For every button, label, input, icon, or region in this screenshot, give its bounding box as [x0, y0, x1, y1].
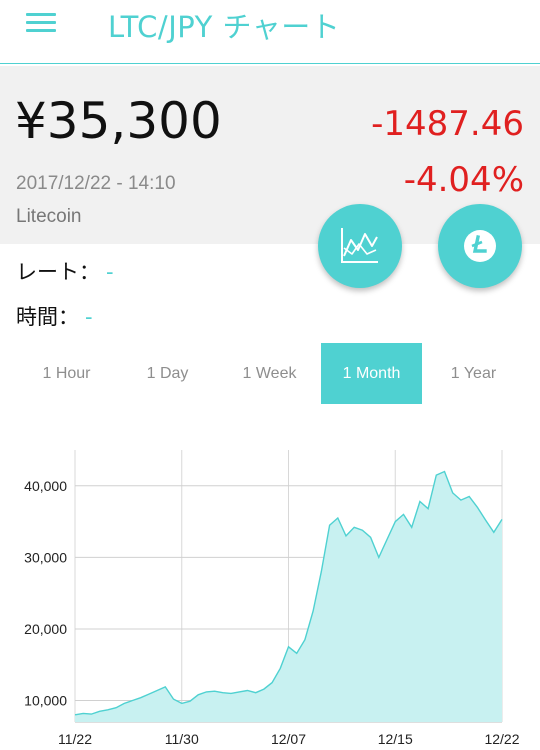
line-chart-icon [341, 228, 378, 263]
time-value: - [85, 305, 93, 329]
tab-1-week[interactable]: 1 Week [219, 343, 320, 404]
x-tick-label: 12/22 [484, 731, 519, 747]
time-row: 時間： - [16, 301, 93, 331]
tab-1-month[interactable]: 1 Month [321, 343, 422, 404]
y-tick-label: 10,000 [24, 693, 67, 709]
litecoin-icon [464, 230, 496, 262]
x-tick-label: 12/07 [271, 731, 306, 747]
rate-row: レート： - [16, 256, 114, 286]
price-change-percent: -4.04% [403, 160, 524, 200]
quote-timestamp: 2017/12/22 - 14:10 [16, 173, 176, 194]
rate-value: - [106, 260, 114, 284]
chart-fab-button[interactable] [318, 204, 402, 288]
app-bar: LTC/JPY チャート [0, 0, 540, 64]
y-tick-label: 20,000 [24, 621, 67, 637]
coin-name: Litecoin [16, 206, 82, 227]
y-tick-label: 40,000 [24, 478, 67, 494]
rate-label: レート： [16, 260, 100, 284]
x-tick-label: 11/22 [58, 731, 92, 747]
price-change-absolute: -1487.46 [371, 104, 524, 144]
range-tabs: 1 Hour 1 Day 1 Week 1 Month 1 Year [16, 343, 524, 404]
x-tick-label: 11/30 [165, 731, 199, 747]
y-tick-label: 30,000 [24, 549, 67, 565]
page-title: LTC/JPY チャート [108, 10, 341, 44]
tab-1-day[interactable]: 1 Day [117, 343, 218, 404]
x-tick-label: 12/15 [378, 731, 413, 747]
litecoin-fab-button[interactable] [438, 204, 522, 288]
tab-1-year[interactable]: 1 Year [423, 343, 524, 404]
menu-icon[interactable] [26, 11, 58, 37]
price-chart[interactable]: 10,000 20,000 30,000 40,000 11/22 11/30 12/07… [0, 430, 540, 750]
tab-1-hour[interactable]: 1 Hour [16, 343, 117, 404]
current-price: ¥35,300 [15, 92, 222, 150]
time-label: 時間： [16, 305, 79, 329]
